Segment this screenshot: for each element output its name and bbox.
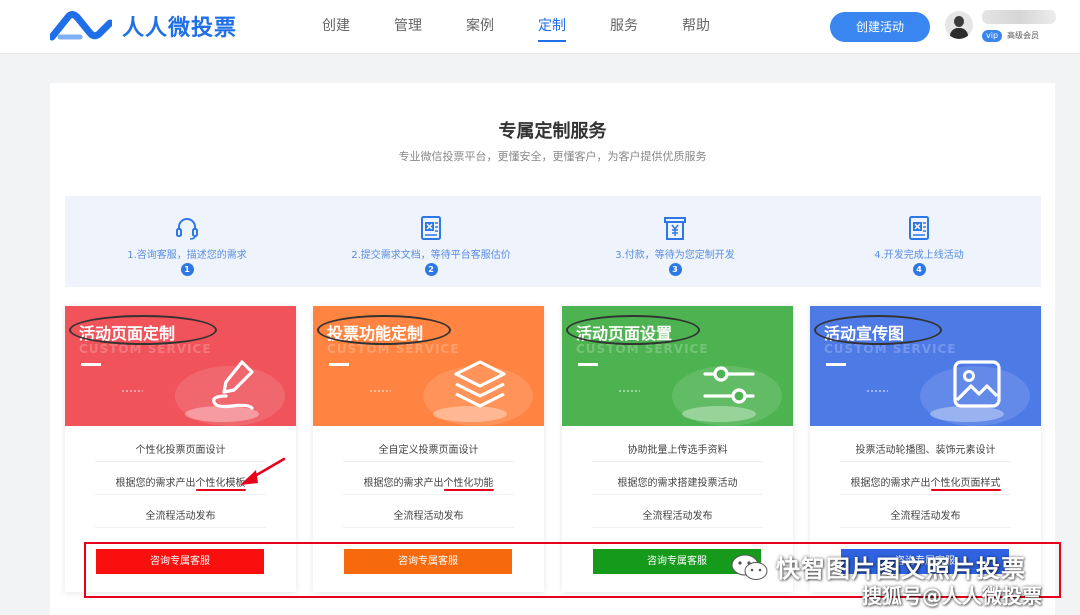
wechat-icon [731,554,768,580]
main-nav: 创建 管理 案例 定制 服务 帮助 [300,0,732,54]
step-text: 1.咨询客服，描述您的需求 [127,250,247,261]
top-header: 人人微投票 创建 管理 案例 定制 服务 帮助 创建活动 vip 高级会员 [0,0,1080,54]
divider [592,494,763,495]
layers-icon [450,356,510,414]
feature-item: 全流程活动发布 [393,511,464,522]
divider [343,461,514,462]
nav-create[interactable]: 创建 [300,0,372,54]
sliders-icon [699,356,759,414]
card-banner: CUSTOM SERVICE 活动页面定制 [65,306,296,426]
nav-customize[interactable]: 定制 [516,0,588,54]
card-banner: CUSTOM SERVICE 活动页面设置 [562,306,793,426]
banner-dash [81,363,101,366]
nav-help[interactable]: 帮助 [660,0,732,54]
step-3: 3.付款，等待为您定制开发 3 [553,196,797,287]
pen-icon [202,356,262,414]
divider [840,527,1011,528]
avatar-head [954,16,964,27]
divider [592,527,763,528]
title-circle-annotation [69,315,217,345]
step-text: 2.提交需求文档，等待平台客服估价 [351,250,511,261]
watermark-line-2: 搜狐号@人人微投票 [862,584,1042,608]
feature-highlight: 个性化页面样式 [930,478,1001,489]
nav-service[interactable]: 服务 [588,0,660,54]
avatar-body [950,28,968,39]
nav-manage[interactable]: 管理 [372,0,444,54]
site-logo[interactable]: 人人微投票 [50,8,237,44]
create-activity-button[interactable]: 创建活动 [830,12,930,42]
divider [95,527,266,528]
feature-item: 个性化投票页面设计 [135,445,226,456]
card-banner: CUSTOM SERVICE 投票功能定制 [313,306,544,426]
logo-text: 人人微投票 [122,16,238,41]
feature-text: 根据您的需求产出 [115,478,196,489]
feature-item: 根据您的需求产出个性化功能 [313,474,544,489]
step-2: 2.提交需求文档，等待平台客服估价 2 [309,196,553,287]
feature-item: 全自定义投票页面设计 [378,445,479,456]
feature-item: 全流程活动发布 [642,511,713,522]
divider [95,494,266,495]
banner-dash [578,363,598,366]
feature-highlight: 个性化功能 [443,478,494,489]
feature-item: 根据您的需求产出个性化页面样式 [810,474,1041,489]
step-1: 1.咨询客服，描述您的需求 1 [65,196,309,287]
feature-item: 根据您的需求搭建投票活动 [617,478,738,489]
nav-cases[interactable]: 案例 [444,0,516,54]
watermark-line-1: 快智图片图文照片投票 [776,555,1026,583]
divider [592,461,763,462]
divider [840,461,1011,462]
divider [343,494,514,495]
title-circle-annotation [814,315,942,345]
feature-text: 根据您的需求产出 [850,478,931,489]
feature-item: 协助批量上传选手资料 [627,445,728,456]
process-steps: 1.咨询客服，描述您的需求 1 2.提交需求文档，等待平台客服估价 2 3.付款… [65,196,1041,287]
feature-item: 投票活动轮播图、装饰元素设计 [855,445,996,456]
page-title: 专属定制服务 [498,121,607,142]
excel-document-icon [905,214,933,242]
step-text: 3.付款，等待为您定制开发 [615,250,735,261]
username-blurred[interactable] [982,10,1056,24]
payment-yuan-icon [661,214,689,242]
vip-badge: vip [982,30,1003,42]
avatar[interactable] [945,11,973,39]
step-number: 4 [912,263,926,276]
banner-dots [866,389,888,393]
banner-dots [369,389,391,393]
page-subtitle: 专业微信投票平台，更懂安全，更懂客户，为客户提供优质服务 [398,150,707,163]
divider [343,527,514,528]
step-4: 4.开发完成上线活动 4 [797,196,1041,287]
step-number: 2 [424,263,438,276]
member-level: 高级会员 [1007,31,1039,40]
title-circle-annotation [566,315,700,345]
feature-text: 根据您的需求产出 [363,478,444,489]
image-icon [947,356,1007,414]
feature-item: 全流程活动发布 [890,511,961,522]
banner-dots [618,389,640,393]
red-arrow-annotation [240,457,286,485]
title-circle-annotation [317,315,451,345]
banner-dash [826,363,846,366]
step-number: 3 [668,263,682,276]
card-banner: CUSTOM SERVICE 活动宣传图 [810,306,1041,426]
headset-icon [173,214,201,242]
banner-dash [329,363,349,366]
logo-mark-icon [50,11,112,41]
feature-item: 全流程活动发布 [145,511,216,522]
step-number: 1 [180,263,194,276]
banner-dots [121,389,143,393]
step-text: 4.开发完成上线活动 [874,250,964,261]
excel-document-icon [417,214,445,242]
divider [840,494,1011,495]
main-panel: 专属定制服务 专业微信投票平台，更懂安全，更懂客户，为客户提供优质服务 1.咨询… [50,83,1055,615]
